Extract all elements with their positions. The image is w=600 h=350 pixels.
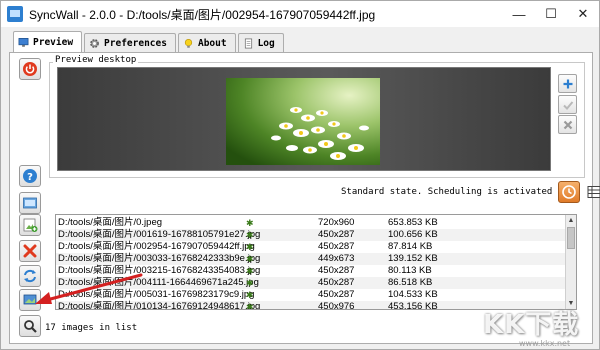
- app-window: SyncWall - 2.0.0 - D:/tools/桌面/图片/002954…: [0, 0, 600, 350]
- tab-about[interactable]: About: [177, 33, 236, 52]
- list-item[interactable]: D:/tools/桌面/图片/003033-16768242333b9e.jpg…: [56, 253, 567, 265]
- lightbulb-icon: [184, 38, 193, 48]
- tab-strip: Preview Preferences About Log: [13, 31, 286, 53]
- star-icon: ✱: [246, 254, 254, 264]
- tab-log[interactable]: Log: [237, 33, 284, 52]
- wallpaper-thumbnail[interactable]: [226, 78, 380, 165]
- tab-preview[interactable]: Preview: [13, 31, 83, 52]
- watermark-url: www.kkx.net: [519, 339, 571, 348]
- power-button[interactable]: [19, 58, 41, 80]
- daisy-field-image: [226, 78, 380, 165]
- file-dimensions: 720x960: [318, 217, 355, 228]
- list-view-icon: [587, 186, 600, 198]
- file-dimensions: 450x287: [318, 289, 355, 300]
- file-path: D:/tools/桌面/图片/001619-16788105791e27.jpg: [58, 229, 261, 240]
- tab-label: Preferences: [104, 37, 167, 49]
- window-controls: — ☐ ✕: [503, 1, 599, 27]
- star-icon: ✱: [246, 266, 254, 276]
- log-icon: [244, 38, 252, 48]
- power-icon: [23, 62, 37, 76]
- list-view-button[interactable]: [586, 184, 600, 200]
- preview-desktop-label: Preview desktop: [53, 55, 139, 65]
- scroll-up-icon[interactable]: ▲: [567, 216, 575, 225]
- remove-desktop-button[interactable]: [558, 115, 577, 134]
- tab-label: Log: [257, 37, 275, 49]
- scheduling-button[interactable]: [558, 181, 581, 203]
- file-dimensions: 450x287: [318, 241, 355, 252]
- add-image-icon: [23, 218, 38, 232]
- file-dimensions: 450x287: [318, 265, 355, 276]
- file-size: 653.853 KB: [388, 217, 438, 228]
- annotation-arrow-icon: [35, 273, 143, 304]
- checkmark-icon: [562, 100, 573, 110]
- star-icon: ✱: [246, 290, 254, 300]
- list-item[interactable]: D:/tools/桌面/图片/001619-16788105791e27.jpg…: [56, 229, 567, 241]
- tab-preferences[interactable]: Preferences: [84, 33, 176, 52]
- title-bar: SyncWall - 2.0.0 - D:/tools/桌面/图片/002954…: [1, 1, 599, 27]
- magnifier-icon: [24, 320, 37, 333]
- file-size: 87.814 KB: [388, 241, 433, 252]
- add-images-button[interactable]: [19, 214, 41, 236]
- file-path: D:/tools/桌面/图片/0.jpeg: [58, 217, 163, 228]
- tab-label: About: [197, 37, 227, 49]
- watermark-logo: KK下载: [483, 310, 580, 340]
- file-dimensions: 450x976: [318, 301, 355, 310]
- add-folder-button[interactable]: [19, 192, 41, 214]
- status-row: Standard state. Scheduling is activated: [341, 181, 600, 203]
- list-scrollbar[interactable]: ▲ ▼: [565, 215, 576, 309]
- file-size: 104.533 KB: [388, 289, 438, 300]
- folder-image-icon: [23, 197, 37, 209]
- file-path: D:/tools/桌面/图片/002954-167907059442ff.jpg: [58, 241, 255, 252]
- list-item[interactable]: D:/tools/桌面/图片/002954-167907059442ff.jpg…: [56, 241, 567, 253]
- maximize-button[interactable]: ☐: [535, 1, 567, 27]
- star-icon: ✱: [246, 302, 254, 310]
- help-icon: ?: [23, 169, 37, 183]
- file-dimensions: 450x287: [318, 277, 355, 288]
- image-count: 17 images in list: [45, 323, 138, 333]
- close-button[interactable]: ✕: [567, 1, 599, 27]
- minimize-button[interactable]: —: [503, 1, 535, 27]
- file-size: 139.152 KB: [388, 253, 438, 264]
- svg-text:?: ?: [27, 172, 33, 183]
- tab-label: Preview: [33, 36, 74, 48]
- syncwall-app-icon: [7, 6, 23, 22]
- file-size: 86.518 KB: [388, 277, 433, 288]
- star-icon: ✱: [246, 278, 254, 288]
- gear-icon: [90, 38, 99, 48]
- help-button[interactable]: ?: [19, 165, 41, 187]
- star-icon: ✱: [246, 242, 254, 252]
- list-item[interactable]: D:/tools/桌面/图片/0.jpeg ✱ 720x960 653.853 …: [56, 217, 567, 229]
- x-icon: [563, 120, 572, 129]
- star-icon: ✱: [246, 230, 254, 240]
- schedule-sync-icon: [562, 185, 577, 199]
- remove-button[interactable]: [19, 240, 41, 262]
- window-title: SyncWall - 2.0.0 - D:/tools/桌面/图片/002954…: [29, 7, 376, 22]
- star-icon: ✱: [246, 218, 254, 228]
- file-dimensions: 449x673: [318, 253, 355, 264]
- monitor-icon: [18, 37, 29, 47]
- status-text: Standard state. Scheduling is activated: [341, 187, 553, 197]
- file-path: D:/tools/桌面/图片/003033-16768242333b9e.jpg: [58, 253, 261, 264]
- plus-icon: [563, 79, 572, 88]
- add-desktop-button[interactable]: [558, 74, 577, 93]
- file-size: 80.113 KB: [388, 265, 432, 276]
- file-dimensions: 450x287: [318, 229, 355, 240]
- scrollbar-thumb[interactable]: [567, 227, 575, 249]
- delete-x-icon: [23, 244, 37, 258]
- file-size: 453.156 KB: [388, 301, 438, 310]
- confirm-button[interactable]: [558, 95, 577, 114]
- search-button[interactable]: [19, 315, 41, 337]
- file-size: 100.656 KB: [388, 229, 438, 240]
